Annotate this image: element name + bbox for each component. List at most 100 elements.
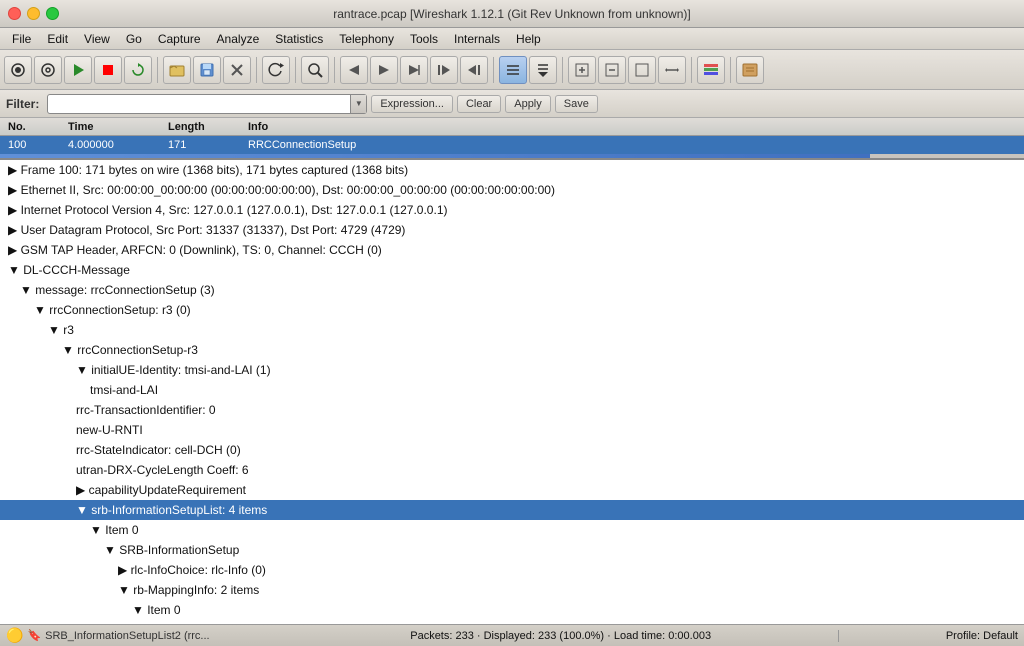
capture-interfaces-button[interactable] — [4, 56, 32, 84]
detail-row[interactable]: new-U-RNTI — [0, 420, 1024, 440]
close-button[interactable] — [8, 7, 21, 20]
apply-button[interactable]: Apply — [505, 95, 551, 113]
packet-time: 4.000000 — [64, 139, 164, 151]
packet-list-header: No. Time Length Info — [0, 118, 1024, 136]
menu-go[interactable]: Go — [118, 30, 150, 48]
status-bar: 🟡 🔖 SRB_InformationSetupList2 (rrc... Pa… — [0, 624, 1024, 646]
menu-help[interactable]: Help — [508, 30, 549, 48]
progress-fill — [0, 154, 870, 158]
find-packet-button[interactable] — [301, 56, 329, 84]
col-info: Info — [244, 121, 1020, 133]
menu-statistics[interactable]: Statistics — [267, 30, 331, 48]
col-no: No. — [4, 121, 64, 133]
toolbar-separator-7 — [691, 57, 692, 83]
detail-row[interactable]: ▼ Item 0 — [0, 600, 1024, 620]
detail-row[interactable]: ▼ rb-MappingInfo: 2 items — [0, 580, 1024, 600]
menu-file[interactable]: File — [4, 30, 39, 48]
resize-columns-button[interactable] — [658, 56, 686, 84]
packet-list: No. Time Length Info 100 4.000000 171 RR… — [0, 118, 1024, 160]
detail-row[interactable]: ▼ DL-CCCH-Message — [0, 260, 1024, 280]
packet-detail-wrap: ▶ Frame 100: 171 bytes on wire (1368 bit… — [0, 160, 1024, 624]
toolbar-separator-2 — [256, 57, 257, 83]
goto-last-button[interactable] — [460, 56, 488, 84]
detail-row[interactable]: ▶ User Datagram Protocol, Src Port: 3133… — [0, 220, 1024, 240]
close-file-button[interactable] — [223, 56, 251, 84]
goto-first-button[interactable] — [430, 56, 458, 84]
detail-row[interactable]: ▼ Item 0 — [0, 520, 1024, 540]
minimize-button[interactable] — [27, 7, 40, 20]
detail-row[interactable]: ▼ srb-InformationSetupList: 4 items — [0, 500, 1024, 520]
detail-row[interactable]: ▼ RB-MappingOption — [0, 620, 1024, 624]
detail-row[interactable]: ▶ capabilityUpdateRequirement — [0, 480, 1024, 500]
filter-label: Filter: — [6, 97, 39, 111]
detail-row[interactable]: ▼ r3 — [0, 320, 1024, 340]
status-icon2: 🔖 — [27, 629, 41, 642]
expression-button[interactable]: Expression... — [371, 95, 453, 113]
packet-no: 100 — [4, 139, 64, 151]
start-capture-button[interactable] — [64, 56, 92, 84]
packet-info: RRCConnectionSetup — [244, 139, 1020, 151]
capture-options-button[interactable] — [34, 56, 62, 84]
col-length: Length — [164, 121, 244, 133]
preferences-button[interactable] — [736, 56, 764, 84]
detail-row[interactable]: ▶ Internet Protocol Version 4, Src: 127.… — [0, 200, 1024, 220]
detail-row[interactable]: ▶ GSM TAP Header, ARFCN: 0 (Downlink), T… — [0, 240, 1024, 260]
detail-row[interactable]: tmsi-and-LAI — [0, 380, 1024, 400]
colorize-button[interactable] — [499, 56, 527, 84]
zoom-out-button[interactable] — [598, 56, 626, 84]
toolbar-separator-3 — [295, 57, 296, 83]
open-file-button[interactable] — [163, 56, 191, 84]
menu-telephony[interactable]: Telephony — [331, 30, 402, 48]
menu-view[interactable]: View — [76, 30, 118, 48]
detail-row[interactable]: ▶ Ethernet II, Src: 00:00:00_00:00:00 (0… — [0, 180, 1024, 200]
menu-bar: File Edit View Go Capture Analyze Statis… — [0, 28, 1024, 50]
auto-scroll-button[interactable] — [529, 56, 557, 84]
menu-edit[interactable]: Edit — [39, 30, 76, 48]
detail-row[interactable]: ▼ rrcConnectionSetup: r3 (0) — [0, 300, 1024, 320]
back-button[interactable] — [340, 56, 368, 84]
filter-input[interactable] — [48, 98, 350, 110]
detail-row[interactable]: utran-DRX-CycleLength Coeff: 6 — [0, 460, 1024, 480]
status-left: 🟡 🔖 SRB_InformationSetupList2 (rrc... — [6, 627, 283, 644]
detail-row[interactable]: rrc-TransactionIdentifier: 0 — [0, 400, 1024, 420]
reload-button[interactable] — [262, 56, 290, 84]
detail-row[interactable]: ▼ initialUE-Identity: tmsi-and-LAI (1) — [0, 360, 1024, 380]
filter-bar: Filter: ▼ Expression... Clear Apply Save — [0, 90, 1024, 118]
menu-analyze[interactable]: Analyze — [209, 30, 268, 48]
menu-tools[interactable]: Tools — [402, 30, 446, 48]
detail-row[interactable]: ▶ Frame 100: 171 bytes on wire (1368 bit… — [0, 160, 1024, 180]
restart-capture-button[interactable] — [124, 56, 152, 84]
filter-input-wrap: ▼ — [47, 94, 367, 114]
progress-bar — [0, 154, 1024, 158]
toolbar-separator-8 — [730, 57, 731, 83]
zoom-in-button[interactable] — [568, 56, 596, 84]
detail-row[interactable]: ▶ rlc-InfoChoice: rlc-Info (0) — [0, 560, 1024, 580]
packet-detail[interactable]: ▶ Frame 100: 171 bytes on wire (1368 bit… — [0, 160, 1024, 624]
title-bar: rantrace.pcap [Wireshark 1.12.1 (Git Rev… — [0, 0, 1024, 28]
status-stats: Packets: 233 · Displayed: 233 (100.0%) ·… — [283, 630, 838, 642]
toolbar-separator-4 — [334, 57, 335, 83]
coloring-rules-button[interactable] — [697, 56, 725, 84]
save-button[interactable]: Save — [555, 95, 598, 113]
stop-capture-button[interactable] — [94, 56, 122, 84]
detail-row[interactable]: ▼ rrcConnectionSetup-r3 — [0, 340, 1024, 360]
menu-internals[interactable]: Internals — [446, 30, 508, 48]
goto-packet-button[interactable] — [400, 56, 428, 84]
detail-row[interactable]: ▼ SRB-InformationSetup — [0, 540, 1024, 560]
maximize-button[interactable] — [46, 7, 59, 20]
packet-row[interactable]: 100 4.000000 171 RRCConnectionSetup — [0, 136, 1024, 154]
status-ready-icon: 🟡 — [6, 627, 23, 644]
window-title: rantrace.pcap [Wireshark 1.12.1 (Git Rev… — [333, 7, 690, 21]
save-file-button[interactable] — [193, 56, 221, 84]
detail-row[interactable]: rrc-StateIndicator: cell-DCH (0) — [0, 440, 1024, 460]
toolbar-separator-1 — [157, 57, 158, 83]
toolbar-separator-6 — [562, 57, 563, 83]
toolbar — [0, 50, 1024, 90]
zoom-normal-button[interactable] — [628, 56, 656, 84]
status-filename: SRB_InformationSetupList2 (rrc... — [45, 630, 209, 642]
clear-button[interactable]: Clear — [457, 95, 501, 113]
forward-button[interactable] — [370, 56, 398, 84]
filter-dropdown-button[interactable]: ▼ — [350, 95, 366, 113]
detail-row[interactable]: ▼ message: rrcConnectionSetup (3) — [0, 280, 1024, 300]
menu-capture[interactable]: Capture — [150, 30, 209, 48]
